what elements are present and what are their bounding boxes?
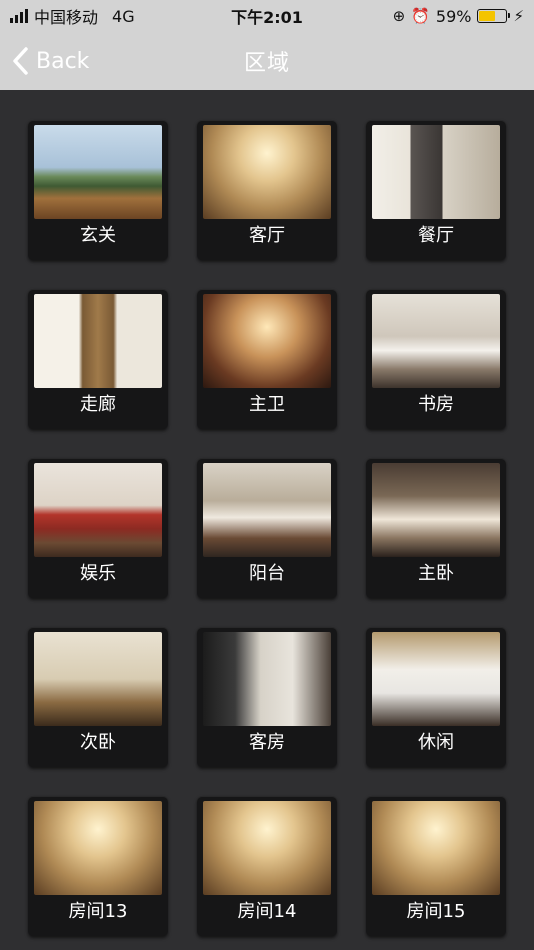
guest-room-photo xyxy=(203,632,331,726)
master-bath-photo xyxy=(203,294,331,388)
entertainment-room-photo xyxy=(34,463,162,557)
area-label: 客房 xyxy=(249,732,285,753)
area-label: 主卧 xyxy=(418,563,454,584)
area-label: 主卫 xyxy=(249,394,285,415)
area-tile[interactable]: 客厅 xyxy=(197,120,337,260)
area-label: 次卧 xyxy=(80,732,116,753)
page-title: 区域 xyxy=(243,51,290,76)
corridor-photo xyxy=(34,294,162,388)
balcony-view-photo xyxy=(34,125,162,219)
back-button[interactable]: Back xyxy=(10,42,89,80)
area-tile[interactable]: 客房 xyxy=(197,627,337,767)
area-tile[interactable]: 房间13 xyxy=(28,796,168,936)
area-tile[interactable]: 书房 xyxy=(366,289,506,429)
area-tile[interactable]: 休闲 xyxy=(366,627,506,767)
area-tile[interactable]: 玄关 xyxy=(28,120,168,260)
area-label: 书房 xyxy=(418,394,454,415)
area-tile[interactable]: 主卧 xyxy=(366,458,506,598)
area-label: 玄关 xyxy=(80,225,116,246)
area-tile[interactable]: 餐厅 xyxy=(366,120,506,260)
area-tile[interactable]: 房间15 xyxy=(366,796,506,936)
living-room-photo xyxy=(34,801,162,895)
dining-room-photo xyxy=(372,125,500,219)
area-label: 阳台 xyxy=(249,563,285,584)
area-tile[interactable]: 阳台 xyxy=(197,458,337,598)
carrier-name: 中国移动 xyxy=(34,8,99,27)
area-label: 房间13 xyxy=(68,901,128,922)
area-label: 餐厅 xyxy=(418,225,454,246)
area-label: 娱乐 xyxy=(80,563,116,584)
area-tile[interactable]: 走廊 xyxy=(28,289,168,429)
area-tile[interactable]: 娱乐 xyxy=(28,458,168,598)
area-grid: 玄关 客厅 餐厅走廊 主卫 书房娱乐 阳台 主卧次卧 客房 休闲房间13 房间14 房间15 xyxy=(28,120,506,936)
battery-icon xyxy=(477,9,511,23)
alarm-icon: ⏰ xyxy=(411,6,430,25)
area-label: 房间15 xyxy=(406,901,466,922)
area-label: 客厅 xyxy=(249,225,285,246)
living-room-photo xyxy=(203,801,331,895)
rotation-lock-icon: ⊕ xyxy=(392,6,406,25)
chevron-left-icon xyxy=(13,47,28,75)
living-room-photo xyxy=(203,125,331,219)
area-tile[interactable]: 次卧 xyxy=(28,627,168,767)
area-label: 休闲 xyxy=(418,732,454,753)
status-bar: 中国移动 4G 下午2:01 ⊕ ⏰ 59% ⚡ xyxy=(0,0,534,32)
study-photo xyxy=(372,294,500,388)
second-bedroom-photo xyxy=(34,632,162,726)
area-label: 走廊 xyxy=(80,394,116,415)
charging-bolt-icon: ⚡ xyxy=(513,6,524,25)
master-bedroom-photo xyxy=(372,463,500,557)
battery-percent: 59% xyxy=(435,6,472,26)
balcony-photo xyxy=(203,463,331,557)
back-label: Back xyxy=(36,48,90,74)
network-type: 4G xyxy=(112,6,135,26)
leisure-room-photo xyxy=(372,632,500,726)
area-tile[interactable]: 房间14 xyxy=(197,796,337,936)
living-room-photo xyxy=(372,801,500,895)
area-tile[interactable]: 主卫 xyxy=(197,289,337,429)
area-label: 房间14 xyxy=(237,901,297,922)
signal-icon xyxy=(10,9,28,23)
navigation-bar: Back 区域 xyxy=(0,32,534,90)
